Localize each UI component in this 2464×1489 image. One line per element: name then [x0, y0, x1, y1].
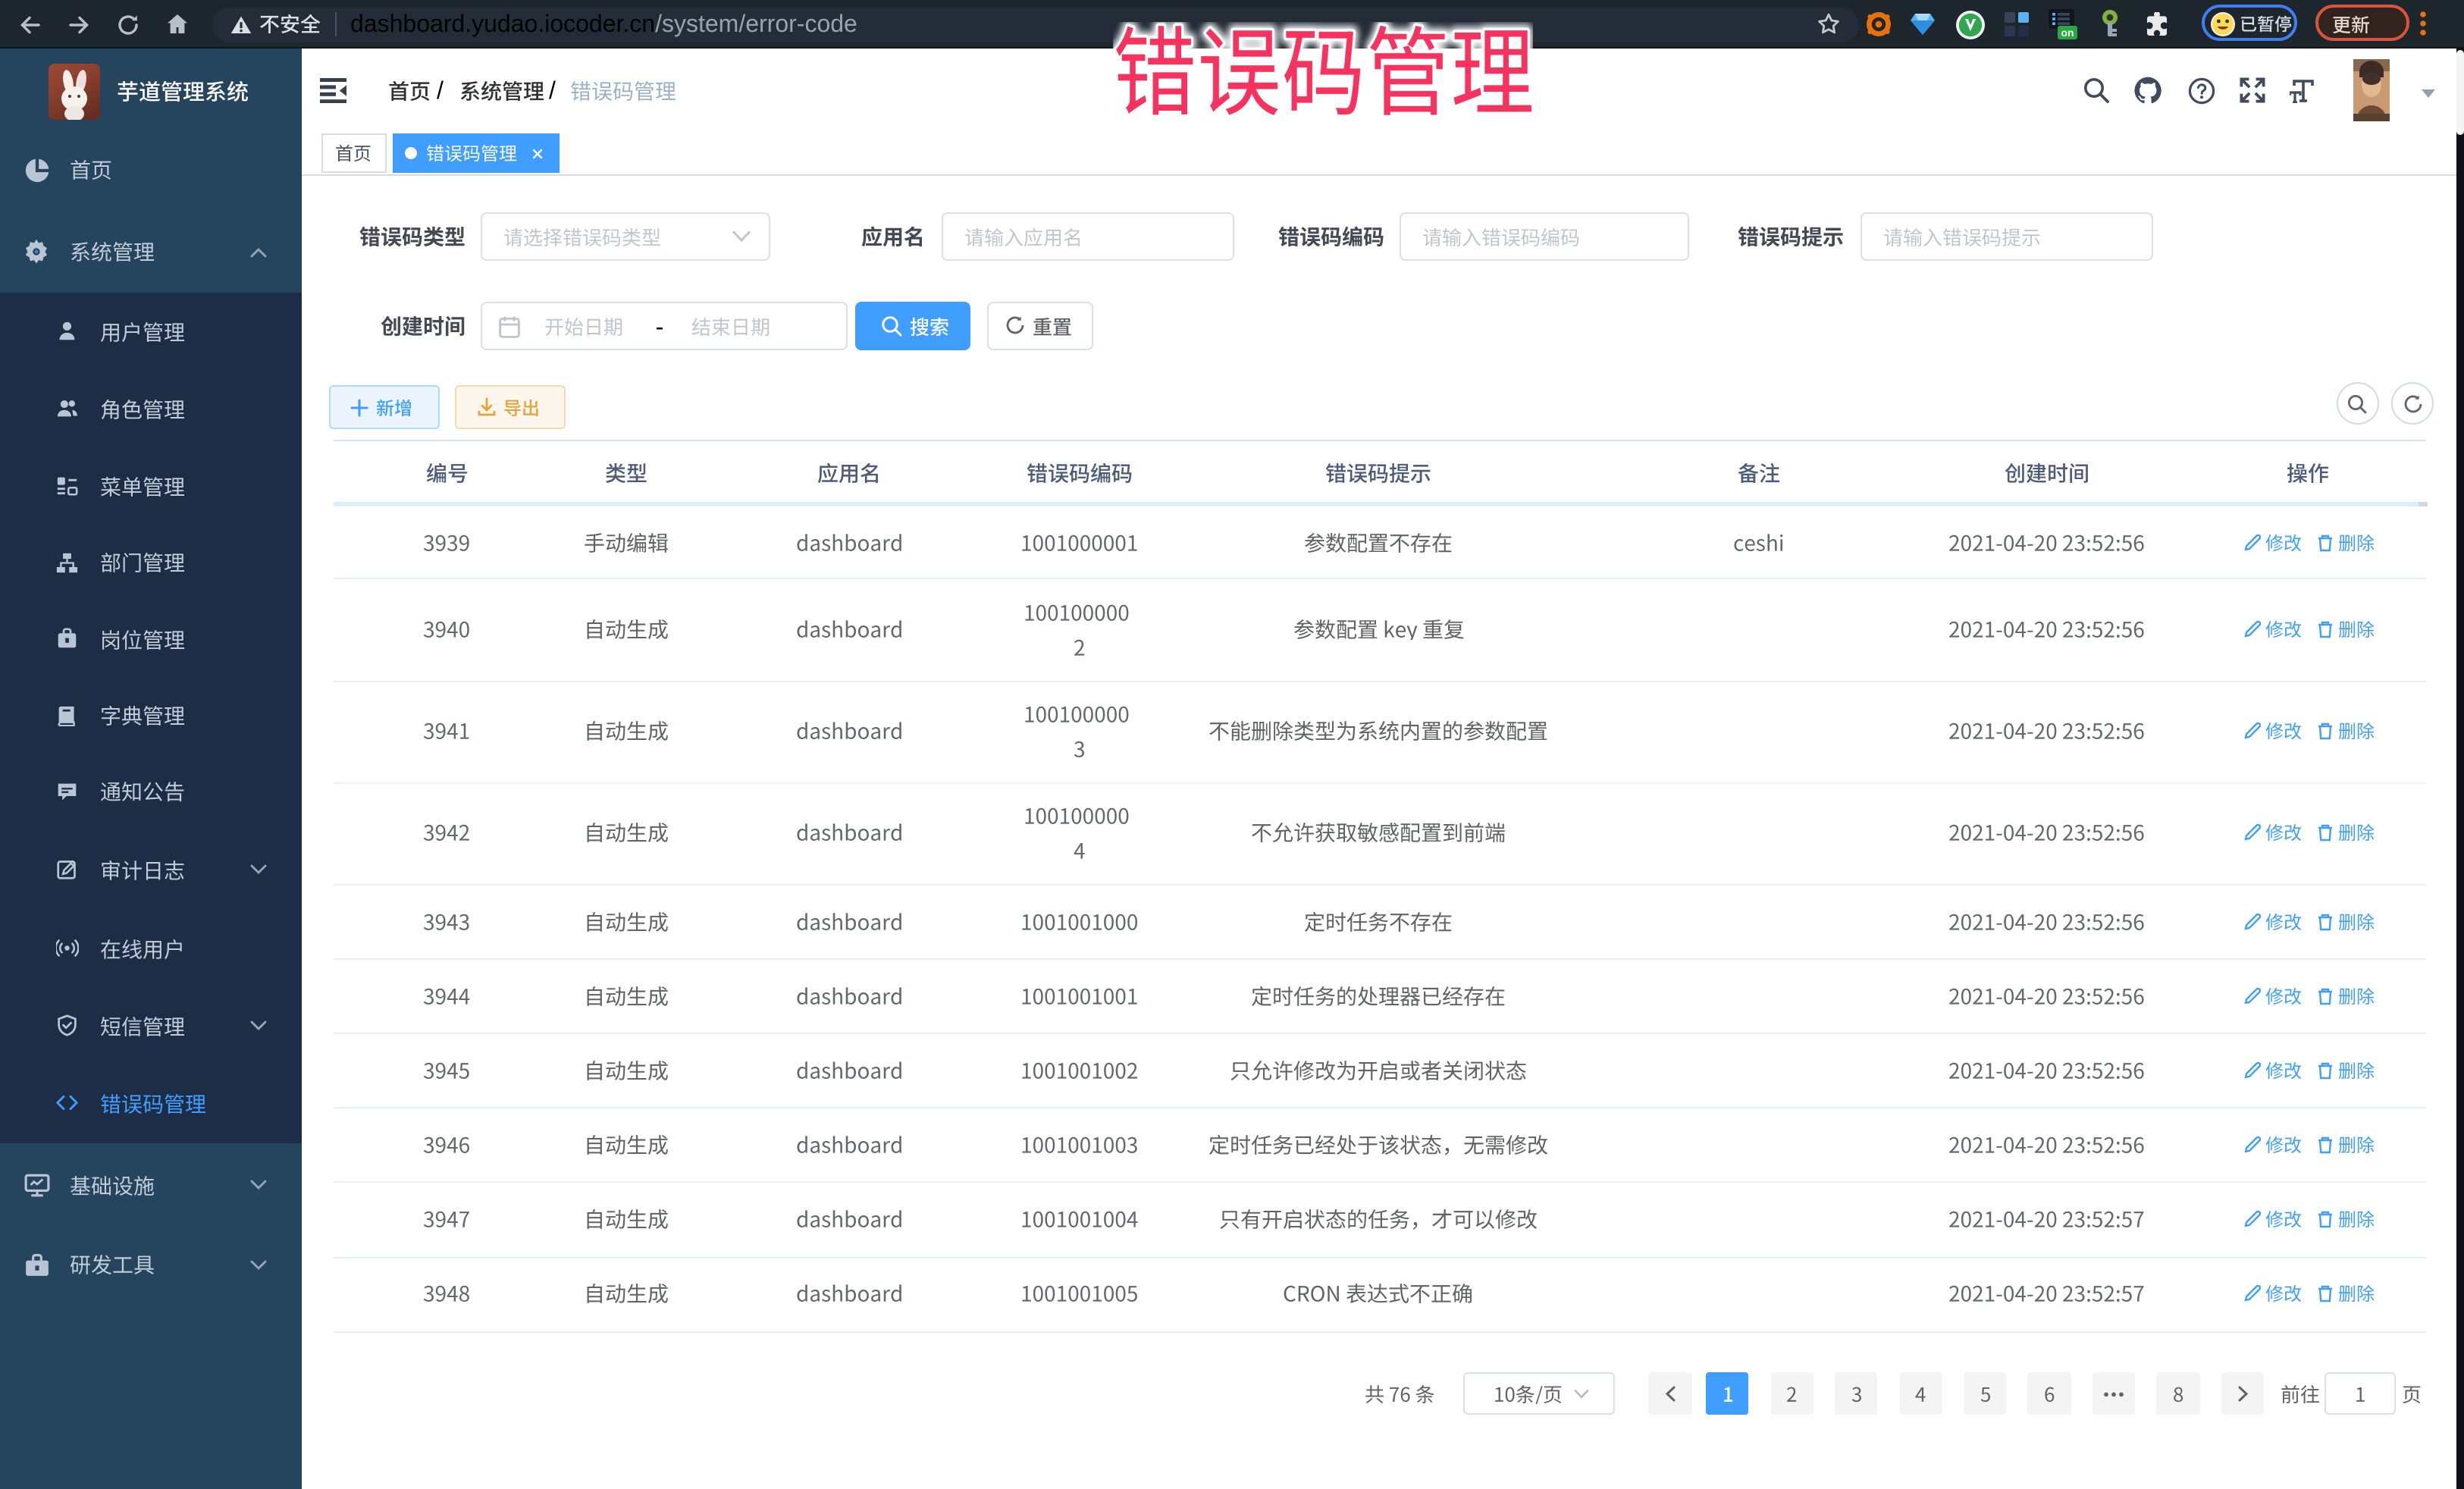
svg-text:on: on — [2061, 27, 2074, 39]
